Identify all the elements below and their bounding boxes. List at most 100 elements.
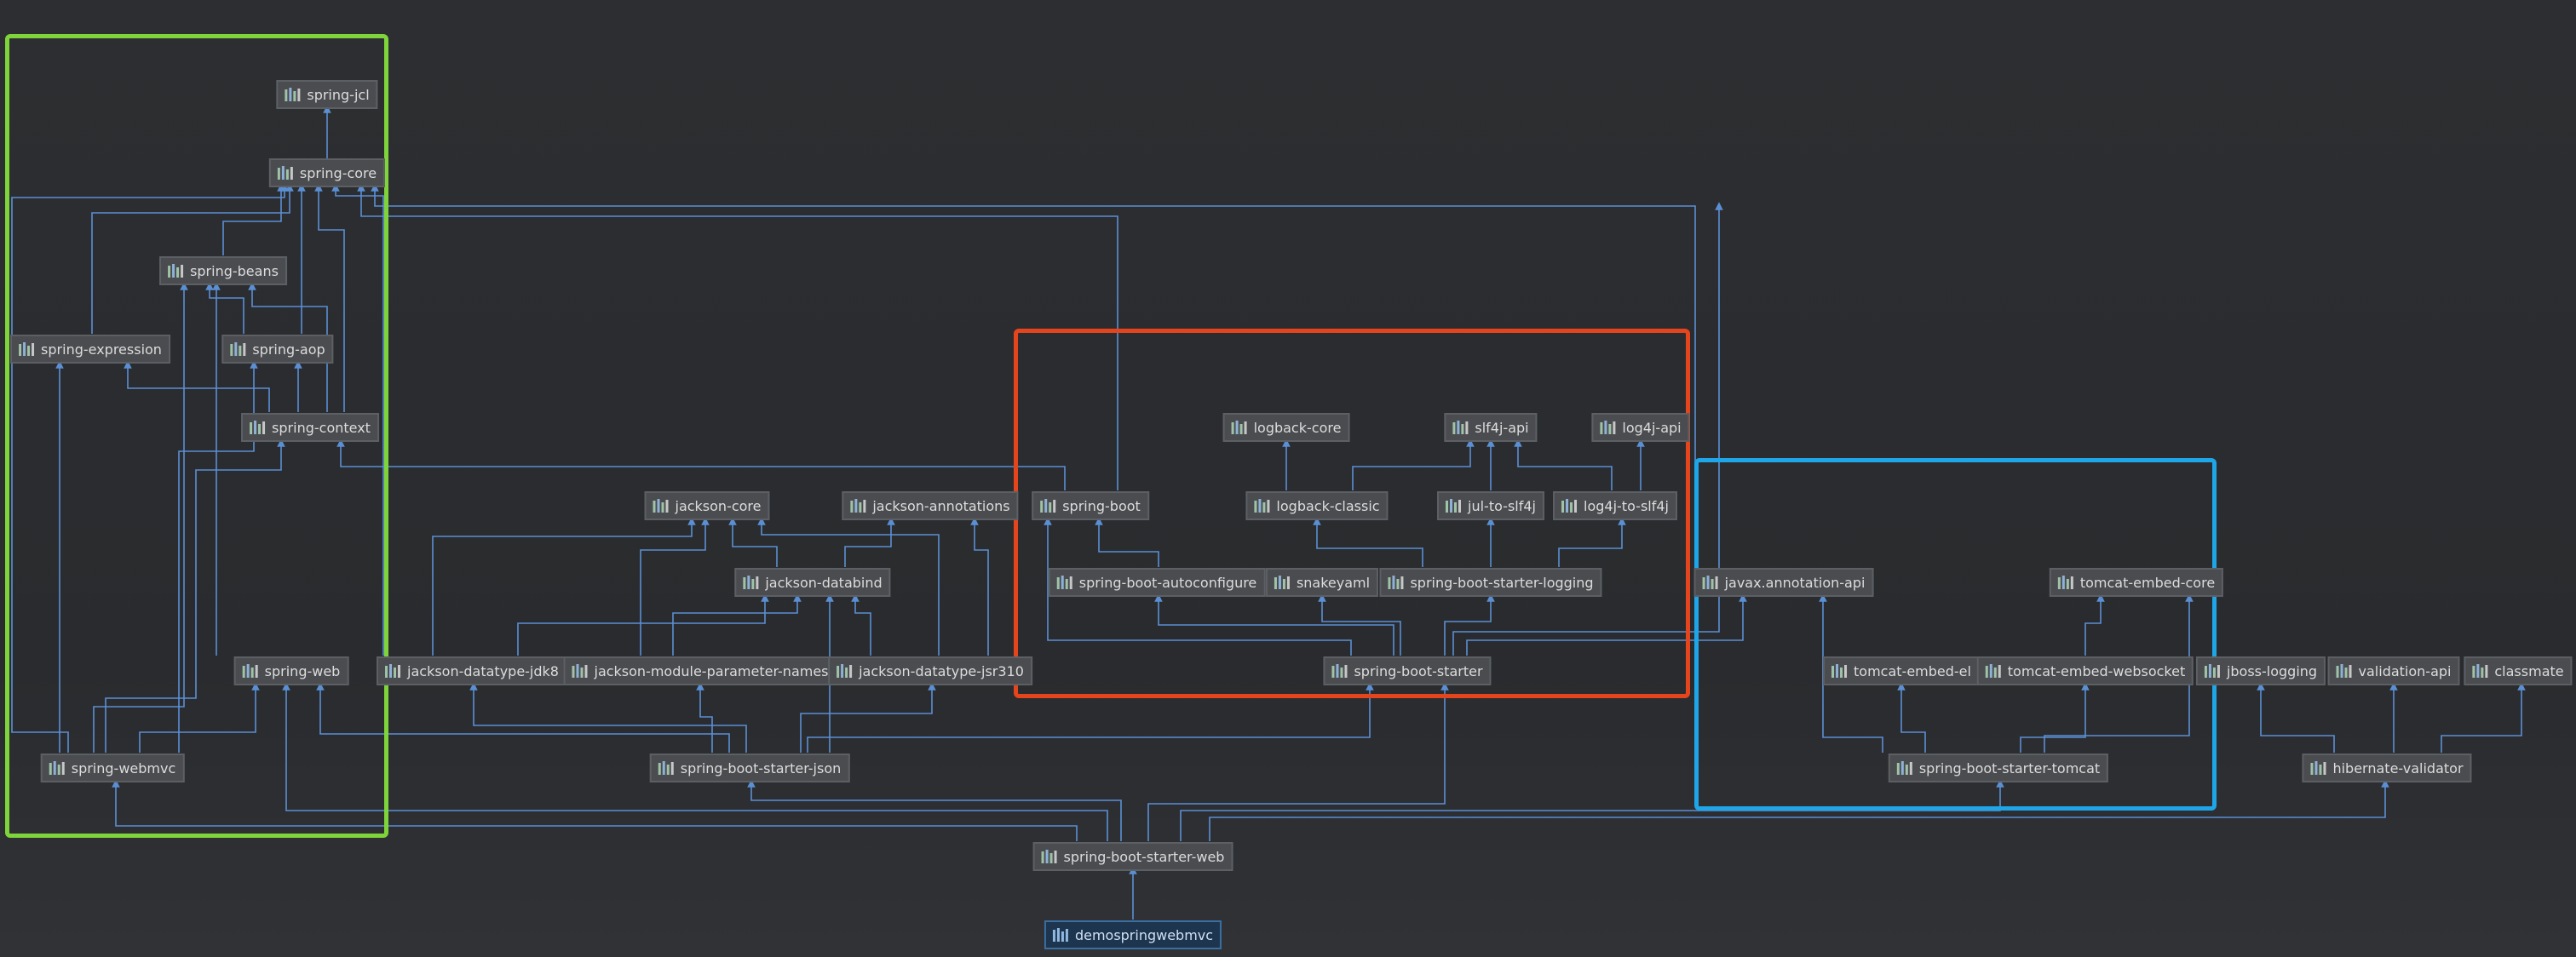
node-spring-boot-starter-json[interactable]: spring-boot-starter-json <box>649 754 850 782</box>
node-label: tomcat-embed-websocket <box>2007 662 2186 679</box>
edge-web-hv <box>1209 779 2389 841</box>
node-spring-expression[interactable]: spring-expression <box>10 335 170 364</box>
node-spring-context[interactable]: spring-context <box>241 413 379 442</box>
node-spring-jcl[interactable]: spring-jcl <box>276 80 378 109</box>
node-jackson-datatype-jsr310[interactable]: jackson-datatype-jsr310 <box>828 656 1032 685</box>
node-spring-beans[interactable]: spring-beans <box>159 256 287 285</box>
node-spring-boot-autoconfigure[interactable]: spring-boot-autoconfigure <box>1048 568 1266 597</box>
edge-pnames-databind <box>672 593 802 656</box>
node-label: spring-expression <box>41 341 162 358</box>
library-bars-icon <box>1041 850 1059 863</box>
node-label: spring-boot-starter <box>1354 662 1483 679</box>
node-spring-aop[interactable]: spring-aop <box>221 335 334 364</box>
library-bars-icon <box>653 499 670 513</box>
library-bars-icon <box>1831 664 1849 678</box>
library-bars-icon <box>837 664 854 678</box>
node-label: snakeyaml <box>1296 574 1371 591</box>
node-log4j-to-slf4j[interactable]: log4j-to-slf4j <box>1553 491 1677 520</box>
edge-starter-autoconfig <box>1154 593 1394 656</box>
node-spring-webmvc[interactable]: spring-webmvc <box>40 754 185 782</box>
edge-starter-logging <box>1444 593 1495 656</box>
edge-jsr310-databind <box>851 593 871 656</box>
library-bars-icon <box>1056 576 1074 589</box>
node-tomcat-embed-core[interactable]: tomcat-embed-core <box>2049 568 2224 597</box>
library-bars-icon <box>1452 421 1469 434</box>
node-label: jackson-module-parameter-names <box>594 662 829 679</box>
node-label: spring-jcl <box>307 86 370 103</box>
node-logback-core[interactable]: logback-core <box>1222 413 1350 442</box>
node-spring-boot-starter[interactable]: spring-boot-starter <box>1323 656 1492 685</box>
node-hibernate-validator[interactable]: hibernate-validator <box>2302 754 2472 782</box>
library-bars-icon <box>2204 664 2222 678</box>
node-tomcat-embed-websocket[interactable]: tomcat-embed-websocket <box>1976 656 2194 685</box>
edge-ws-core <box>2084 593 2105 656</box>
edge-jsr310-annotations <box>970 517 989 656</box>
node-jackson-datatype-jdk8[interactable]: jackson-datatype-jdk8 <box>377 656 567 685</box>
node-label: spring-boot <box>1062 497 1141 514</box>
node-spring-boot-starter-logging[interactable]: spring-boot-starter-logging <box>1379 568 1602 597</box>
node-label: log4j-api <box>1622 419 1682 436</box>
edge-jdk8-databind <box>517 593 769 656</box>
node-classmate[interactable]: classmate <box>2464 656 2573 685</box>
edge-web-json <box>747 779 1122 841</box>
node-logback-classic[interactable]: logback-classic <box>1245 491 1389 520</box>
library-bars-icon <box>49 761 66 775</box>
edge-context-expression <box>124 360 270 412</box>
node-spring-boot-starter-web[interactable]: spring-boot-starter-web <box>1032 842 1233 871</box>
node-tomcat-embed-el[interactable]: tomcat-embed-el <box>1823 656 1980 685</box>
node-label: jul-to-slf4j <box>1468 497 1536 514</box>
node-slf4j-api[interactable]: slf4j-api <box>1444 413 1538 442</box>
edge-json-pnames <box>696 682 713 753</box>
node-root-project[interactable]: demospringwebmvc <box>1044 920 1222 949</box>
node-spring-core[interactable]: spring-core <box>268 158 386 187</box>
library-bars-icon <box>277 166 295 180</box>
library-bars-icon <box>1985 664 2003 678</box>
node-javax-annotation-api[interactable]: javax.annotation-api <box>1693 568 1874 597</box>
library-bars-icon <box>168 264 185 278</box>
library-bars-icon <box>1561 499 1578 513</box>
edge-webmvc-web <box>139 682 260 753</box>
edge-boot-context <box>336 438 1066 490</box>
node-label: logback-classic <box>1276 497 1380 514</box>
library-bars-icon <box>2336 664 2354 678</box>
node-jackson-module-parameter-names[interactable]: jackson-module-parameter-names <box>563 656 837 685</box>
node-label: spring-aop <box>252 341 325 358</box>
node-jboss-logging[interactable]: jboss-logging <box>2195 656 2326 685</box>
node-snakeyaml[interactable]: snakeyaml <box>1265 568 1379 597</box>
edge-aop-beans <box>205 282 244 334</box>
edge-tomcat-ws <box>2020 682 2090 753</box>
node-validation-api[interactable]: validation-api <box>2327 656 2460 685</box>
library-bars-icon <box>1388 576 1405 589</box>
library-bars-icon <box>1446 499 1463 513</box>
node-jackson-databind[interactable]: jackson-databind <box>734 568 891 597</box>
node-label: spring-boot-starter-tomcat <box>1918 759 2101 776</box>
library-bars-icon <box>1040 499 1057 513</box>
node-label: slf4j-api <box>1475 419 1529 436</box>
node-label: jboss-logging <box>2226 662 2318 679</box>
node-label: tomcat-embed-el <box>1854 662 1971 679</box>
node-spring-boot-starter-tomcat[interactable]: spring-boot-starter-tomcat <box>1888 754 2109 782</box>
edge-json-web <box>316 682 730 753</box>
node-spring-web[interactable]: spring-web <box>233 656 349 685</box>
edge-log4jto-slf4j <box>1514 438 1613 490</box>
library-bars-icon <box>1702 576 1720 589</box>
library-bars-icon <box>242 664 260 678</box>
edge-starter-snakeyaml <box>1318 593 1401 656</box>
node-spring-boot[interactable]: spring-boot <box>1032 491 1149 520</box>
node-jul-to-slf4j[interactable]: jul-to-slf4j <box>1437 491 1544 520</box>
node-label: jackson-datatype-jsr310 <box>859 662 1024 679</box>
dependency-diagram-canvas: spring-jcl spring-core spring-beans spri… <box>0 0 2576 957</box>
library-bars-icon <box>250 421 267 434</box>
edge-context-core <box>314 183 345 412</box>
node-jackson-core[interactable]: jackson-core <box>644 491 770 520</box>
library-bars-icon <box>1274 576 1291 589</box>
edge-databind-annotations <box>844 517 895 567</box>
library-bars-icon <box>230 342 247 356</box>
node-label: hibernate-validator <box>2332 759 2464 776</box>
node-jackson-annotations[interactable]: jackson-annotations <box>842 491 1019 520</box>
node-label: classmate <box>2494 662 2564 679</box>
node-label: spring-core <box>299 164 377 181</box>
node-log4j-api[interactable]: log4j-api <box>1591 413 1690 442</box>
node-label: logback-core <box>1253 419 1342 436</box>
library-bars-icon <box>1231 421 1249 434</box>
